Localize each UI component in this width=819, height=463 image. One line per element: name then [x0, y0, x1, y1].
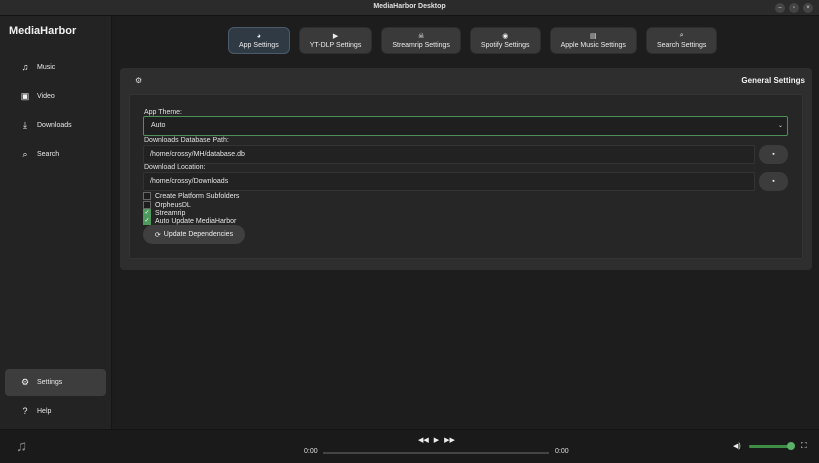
sidebar-item-video[interactable]: ▣ Video [5, 83, 106, 109]
previous-icon[interactable]: ◀◀ [418, 436, 429, 444]
general-settings-panel: ⚙ General Settings App Theme: Auto ⌄ Dow… [120, 68, 812, 270]
settings-tabs: ◕ App Settings ▶ YT-DLP Settings ☠ Strea… [228, 27, 718, 54]
db-path-label: Downloads Database Path: [144, 137, 229, 144]
panel-title: General Settings [741, 76, 805, 85]
main-content: ◕ App Settings ▶ YT-DLP Settings ☠ Strea… [113, 16, 819, 429]
download-location-label: Download Location: [144, 164, 206, 171]
fullscreen-icon[interactable]: ⛶ [801, 441, 807, 451]
music-note-icon: ♫ [16, 438, 28, 455]
checkbox-box[interactable]: ✓ [143, 209, 151, 217]
tab-label: Spotify Settings [480, 42, 530, 49]
window-title: MediaHarbor Desktop [373, 3, 446, 10]
volume-handle[interactable] [787, 442, 795, 450]
volume-slider[interactable] [749, 445, 791, 448]
gear-icon: ⚙ [135, 76, 143, 85]
tab-spotify-settings[interactable]: ◉ Spotify Settings [469, 27, 541, 54]
help-icon: ? [22, 406, 28, 416]
video-icon: ▣ [20, 90, 30, 101]
update-dependencies-label: Update Dependencies [163, 231, 234, 238]
checkbox-box[interactable] [143, 201, 151, 209]
tab-label: Search Settings [656, 42, 707, 49]
title-bar: MediaHarbor Desktop – ▫ × [0, 0, 819, 16]
streamrip-checkbox[interactable]: ✓ Streamrip [143, 209, 185, 217]
panel-header: ⚙ General Settings [120, 68, 812, 92]
download-location-input[interactable]: /home/crossy/Downloads [143, 172, 755, 191]
panel-body: App Theme: Auto ⌄ Downloads Database Pat… [129, 94, 803, 259]
volume-icon[interactable]: ◀) [733, 442, 741, 450]
app-theme-select[interactable]: Auto ⌄ [143, 116, 788, 136]
tab-app-settings[interactable]: ◕ App Settings [228, 27, 290, 54]
maximize-button[interactable]: ▫ [789, 3, 799, 13]
play-icon[interactable]: ▶ [434, 436, 439, 444]
sidebar-item-help[interactable]: ? Help [5, 398, 106, 424]
checkbox-label: Streamrip [155, 209, 186, 217]
update-dependencies-button[interactable]: ⟳ Update Dependencies [143, 225, 245, 244]
sidebar: MediaHarbor ♫ Music ▣ Video ⤓ Downloads … [0, 16, 112, 429]
app-icon: ◕ [256, 32, 261, 40]
app-theme-label: App Theme: [144, 109, 183, 116]
time-total: 0:00 [555, 448, 569, 455]
download-icon: ⤓ [23, 119, 27, 130]
sidebar-item-search[interactable]: ⌕ Search [5, 141, 106, 167]
sidebar-item-settings[interactable]: ⚙ Settings [5, 369, 106, 396]
tab-label: Streamrip Settings [392, 42, 450, 49]
tab-apple-music-settings[interactable]: ▤ Apple Music Settings [549, 27, 637, 54]
checkbox-box[interactable]: ✓ [143, 217, 151, 225]
sidebar-item-label: Downloads [37, 121, 72, 129]
file-icon: ▪ [772, 151, 775, 158]
sidebar-item-downloads[interactable]: ⤓ Downloads [5, 112, 106, 138]
tab-label: App Settings [239, 41, 279, 49]
search-icon: ⌕ [22, 148, 28, 159]
sidebar-item-label: Video [37, 92, 55, 100]
music-icon: ♫ [21, 62, 29, 72]
tab-label: YT-DLP Settings [309, 42, 362, 49]
skull-icon: ☠ [417, 33, 425, 40]
close-button[interactable]: × [803, 3, 813, 13]
next-icon[interactable]: ▶▶ [444, 436, 455, 444]
sidebar-item-label: Music [37, 63, 56, 71]
platform-subfolders-checkbox[interactable]: Create Platform Subfolders [143, 192, 239, 200]
tab-search-settings[interactable]: ⌕ Search Settings [645, 27, 718, 54]
checkbox-label: OrpheusDL [155, 201, 191, 209]
checkbox-label: Create Platform Subfolders [155, 192, 240, 200]
orpheusdl-checkbox[interactable]: OrpheusDL [143, 201, 191, 209]
auto-update-checkbox[interactable]: ✓ Auto Update MediaHarbor [143, 217, 236, 225]
refresh-icon: ⟳ [154, 231, 161, 239]
spotify-icon: ◉ [502, 33, 509, 40]
download-location-value: /home/crossy/Downloads [150, 178, 229, 185]
tab-streamrip-settings[interactable]: ☠ Streamrip Settings [381, 27, 461, 54]
playback-controls: ◀◀ ▶ ▶▶ [418, 436, 455, 444]
sidebar-item-music[interactable]: ♫ Music [5, 54, 106, 80]
sidebar-item-label: Search [37, 150, 60, 158]
app-brand: MediaHarbor [9, 25, 77, 37]
time-current: 0:00 [304, 448, 318, 455]
chevron-down-icon: ⌄ [777, 123, 783, 129]
tab-label: Apple Music Settings [560, 42, 626, 49]
tab-ytdlp-settings[interactable]: ▶ YT-DLP Settings [298, 27, 373, 54]
youtube-icon: ▶ [332, 33, 339, 40]
sidebar-item-label: Settings [37, 379, 63, 386]
file-icon: ▪ [772, 178, 775, 185]
checkbox-label: Auto Update MediaHarbor [155, 217, 237, 225]
progress-slider[interactable] [323, 452, 549, 454]
player-bar: ♫ ◀◀ ▶ ▶▶ 0:00 0:00 ◀) ⛶ [0, 429, 819, 463]
sidebar-item-label: Help [37, 407, 52, 415]
apple-music-icon: ▤ [589, 33, 597, 40]
app-theme-value: Auto [151, 122, 166, 129]
download-location-browse-button[interactable]: ▪ [759, 172, 788, 191]
minimize-button[interactable]: – [775, 3, 785, 13]
db-path-browse-button[interactable]: ▪ [759, 145, 788, 164]
search-icon: ⌕ [679, 32, 684, 39]
checkbox-box[interactable] [143, 192, 151, 200]
gears-icon: ⚙ [20, 377, 30, 387]
db-path-value: /home/crossy/MH/database.db [150, 151, 245, 158]
db-path-input[interactable]: /home/crossy/MH/database.db [143, 145, 755, 164]
